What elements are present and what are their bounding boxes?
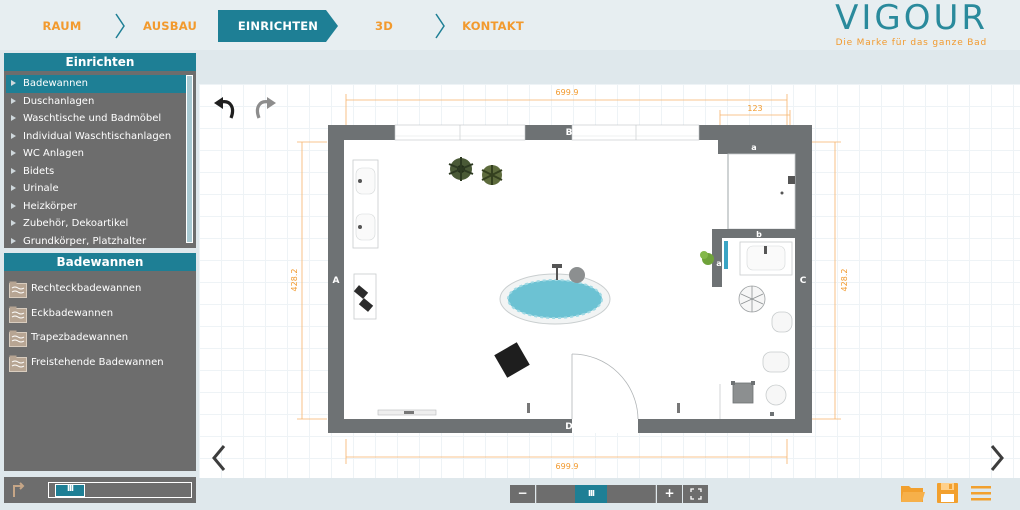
chevron-left-icon[interactable] <box>211 444 227 472</box>
triangle-right-icon <box>11 150 16 156</box>
category-label: Badewannen <box>23 78 88 89</box>
step-3d[interactable]: 3D <box>352 10 416 42</box>
folder-icon[interactable] <box>900 482 926 504</box>
wall-label-c: C <box>800 276 807 286</box>
category-item-wc[interactable]: WC Anlagen <box>4 145 196 163</box>
subcategory-eck[interactable]: Eckbadewannen <box>4 302 196 327</box>
chevron-right-icon <box>114 13 126 39</box>
item-label-a-side: a <box>716 259 721 268</box>
zoom-out-button[interactable]: − <box>510 485 535 503</box>
floor-plan-canvas[interactable]: 699.9 123 699.9 428.2 428.2 B A C D a b … <box>199 84 1020 478</box>
menu-icon[interactable] <box>968 482 994 504</box>
zoom-in-button[interactable]: + <box>657 485 682 503</box>
category-label: Waschtische und Badmöbel <box>23 113 162 124</box>
category-header: Einrichten <box>4 53 196 71</box>
category-item-badewannen[interactable]: Badewannen <box>6 75 186 93</box>
folder-icon <box>9 281 27 298</box>
category-item-waschtische[interactable]: Waschtische und Badmöbel <box>4 110 196 128</box>
brand-logo[interactable]: VIGOUR Die Marke für das ganze Bad <box>770 0 1020 50</box>
step-einrichten[interactable]: EINRICHTEN <box>218 10 338 42</box>
save-icon[interactable] <box>935 482 961 504</box>
subcategory-list: Rechteckbadewannen Eckbadewannen Trapezb… <box>4 271 196 471</box>
chevron-right-icon[interactable] <box>989 444 1005 472</box>
fullscreen-icon <box>689 488 702 500</box>
triangle-right-icon <box>11 220 16 226</box>
double-vanity[interactable] <box>352 159 379 249</box>
category-item-bidets[interactable]: Bidets <box>4 163 196 181</box>
wall-label-a: A <box>333 276 340 286</box>
subcategory-label: Trapezbadewannen <box>31 332 129 343</box>
dimension-left: 428.2 <box>290 269 299 292</box>
category-label: WC Anlagen <box>23 148 84 159</box>
category-item-individual[interactable]: Individual Waschtischanlagen <box>4 128 196 146</box>
redo-icon[interactable] <box>251 96 277 122</box>
triangle-right-icon <box>11 132 16 139</box>
category-item-urinale[interactable]: Urinale <box>4 180 196 198</box>
step-navigation: RAUM AUSBAU EINRICHTEN 3D KONTAKT <box>0 0 770 50</box>
triangle-right-icon <box>11 97 16 104</box>
item-label-a-top: a <box>751 143 756 152</box>
triangle-right-icon <box>11 80 16 86</box>
side-stool[interactable] <box>731 381 755 404</box>
side-shelf[interactable] <box>353 273 377 320</box>
folder-icon <box>9 355 27 372</box>
left-panel: Einrichten Badewannen Duschanlagen Wasch… <box>4 53 196 503</box>
panel-slider[interactable]: III <box>48 482 192 498</box>
category-label: Urinale <box>23 183 59 194</box>
triangle-right-icon <box>11 237 16 244</box>
brand-tagline: Die Marke für das ganze Bad <box>835 38 987 48</box>
triangle-right-icon <box>11 185 16 191</box>
subcategory-label: Eckbadewannen <box>31 307 114 319</box>
triangle-right-icon <box>11 115 16 121</box>
folder-icon <box>9 306 27 323</box>
subcategory-rechteck[interactable]: Rechteckbadewannen <box>4 277 196 302</box>
panel-slider-thumb[interactable]: III <box>55 484 85 497</box>
panel-footer: III <box>4 477 196 503</box>
zoom-slider-thumb[interactable]: III <box>575 485 607 503</box>
subcategory-trapez[interactable]: Trapezbadewannen <box>4 326 196 351</box>
category-list: Badewannen Duschanlagen Waschtische und … <box>4 71 196 248</box>
category-label: Bidets <box>23 165 55 177</box>
subcategory-freistehend[interactable]: Freistehende Badewannen <box>4 351 196 376</box>
category-label: Grundkörper, Platzhalter <box>23 235 147 247</box>
dimension-top: 699.9 <box>556 88 579 97</box>
category-label: Individual Waschtischanlagen <box>23 130 172 142</box>
wall-label-b: B <box>566 128 573 138</box>
category-item-grundkoerper[interactable]: Grundkörper, Platzhalter <box>4 233 196 249</box>
category-item-zubehoer[interactable]: Zubehör, Dekoartikel <box>4 215 196 233</box>
category-item-heizkoerper[interactable]: Heizkörper <box>4 198 196 216</box>
wall-label-d: D <box>565 422 572 432</box>
zoom-bar: − III + <box>510 485 708 503</box>
subcategory-label: Freistehende Badewannen <box>31 356 164 368</box>
dimension-corner: 123 <box>747 104 762 113</box>
triangle-right-icon <box>11 202 16 209</box>
category-label: Heizkörper <box>23 200 77 212</box>
dimension-bottom: 699.9 <box>556 462 579 471</box>
triangle-right-icon <box>11 167 16 174</box>
up-arrow-icon[interactable] <box>11 482 27 498</box>
zoom-slider[interactable]: III <box>536 485 656 503</box>
folder-icon <box>9 330 27 347</box>
slider-grip: III <box>67 484 74 493</box>
dimension-right: 428.2 <box>840 269 849 292</box>
category-scrollbar[interactable] <box>186 75 193 243</box>
category-label: Duschanlagen <box>23 95 95 107</box>
floor-plan[interactable]: 699.9 123 699.9 428.2 428.2 B A C D a b … <box>199 84 1020 478</box>
undo-icon[interactable] <box>213 96 239 122</box>
subcategory-header: Badewannen <box>4 253 196 271</box>
round-stand[interactable] <box>738 285 766 313</box>
category-item-duschanlagen[interactable]: Duschanlagen <box>4 93 196 111</box>
item-label-b: b <box>756 230 762 239</box>
step-ausbau[interactable]: AUSBAU <box>138 10 202 42</box>
chevron-right-icon <box>434 13 446 39</box>
brand-name: VIGOUR <box>835 0 988 38</box>
category-label: Zubehör, Dekoartikel <box>23 218 129 229</box>
washbasin[interactable] <box>739 241 793 276</box>
drain <box>770 412 774 416</box>
fullscreen-button[interactable] <box>683 485 708 503</box>
step-kontakt[interactable]: KONTAKT <box>458 10 528 42</box>
subcategory-label: Rechteckbadewannen <box>31 283 142 294</box>
step-raum[interactable]: RAUM <box>30 10 94 42</box>
